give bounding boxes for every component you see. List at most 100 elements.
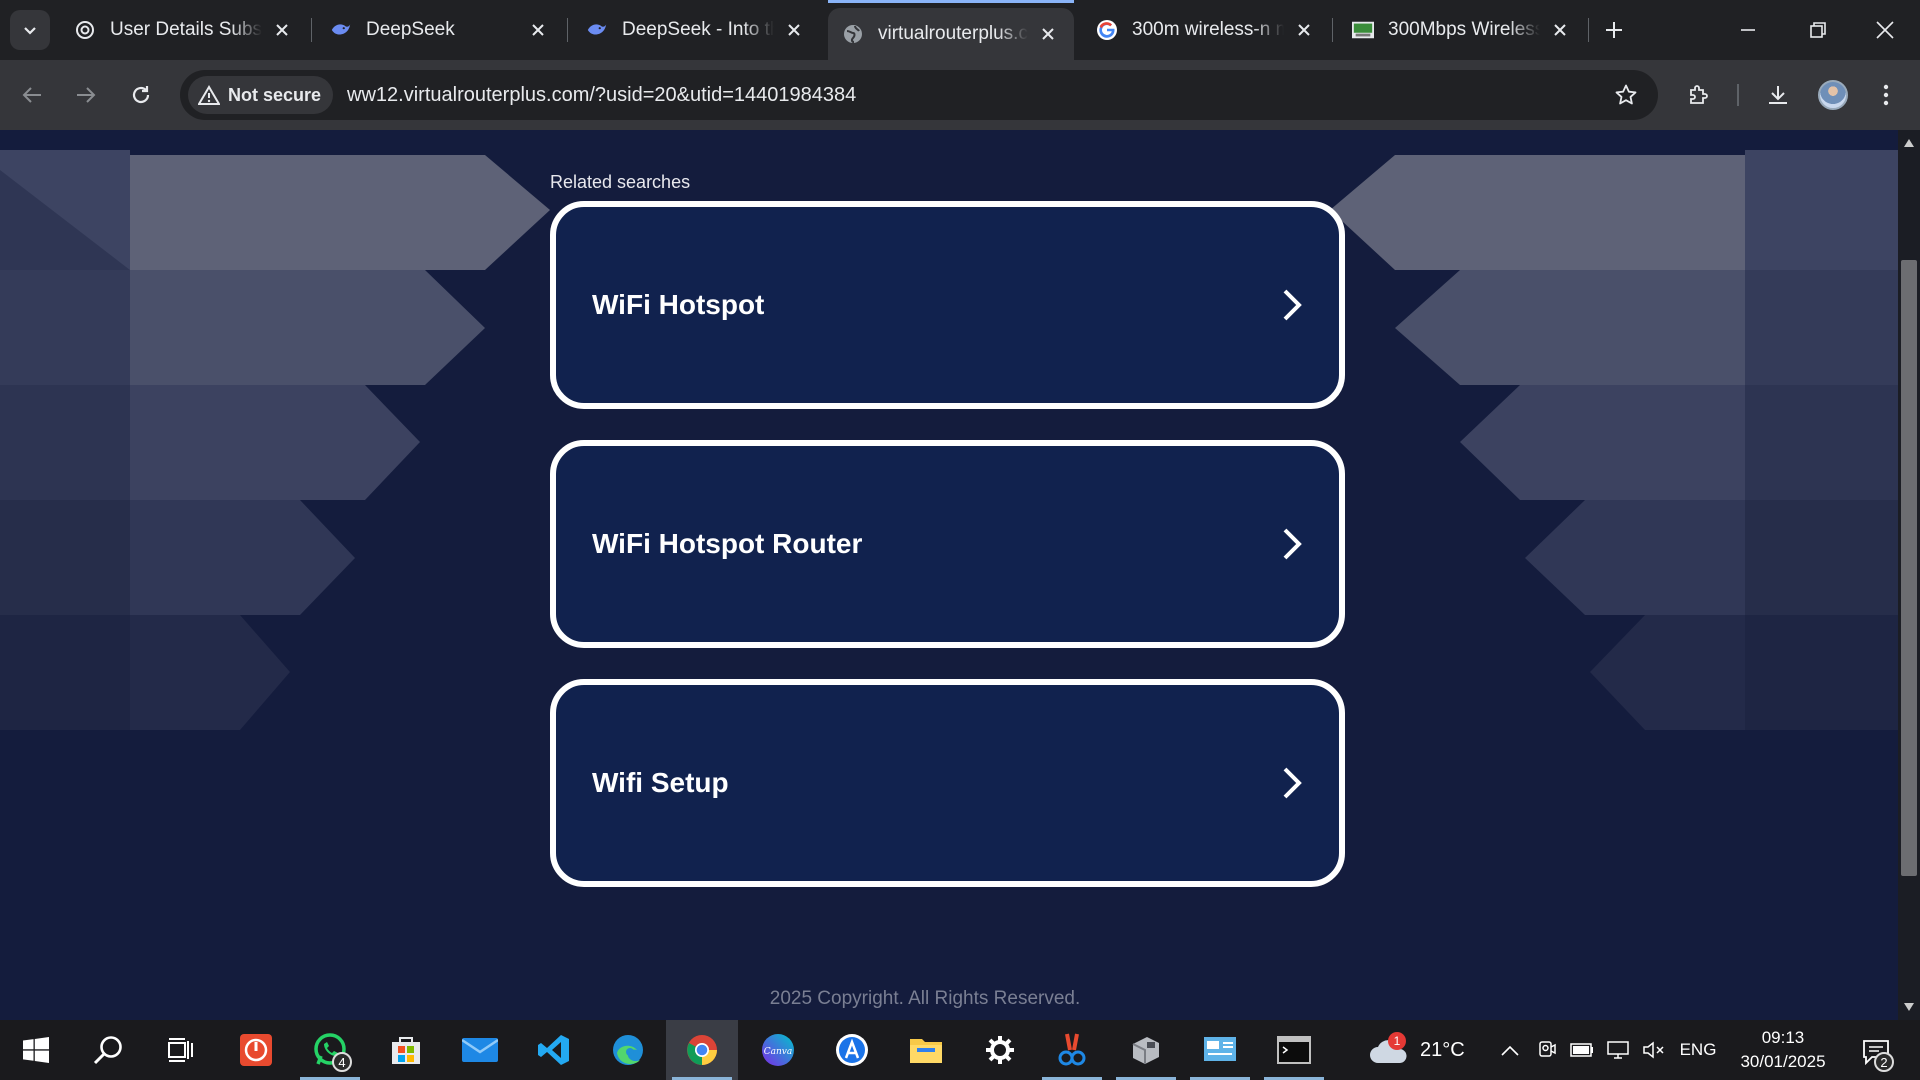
close-icon[interactable] xyxy=(526,18,550,42)
new-tab-button[interactable] xyxy=(1598,14,1630,46)
taskbar-app-store[interactable] xyxy=(370,1020,442,1080)
edge-icon xyxy=(613,1035,643,1065)
minimize-button[interactable] xyxy=(1713,0,1783,60)
svg-text:Canva: Canva xyxy=(764,1047,793,1057)
close-icon[interactable] xyxy=(1548,18,1572,42)
forward-button[interactable] xyxy=(66,75,106,115)
minimize-icon xyxy=(1741,29,1755,31)
notification-badge: 2 xyxy=(1874,1052,1894,1072)
tab-separator xyxy=(311,18,312,42)
deepseek-whale-icon xyxy=(586,19,608,41)
close-icon[interactable] xyxy=(1292,18,1316,42)
url-text[interactable]: ww12.virtualrouterplus.com/?usid=20&utid… xyxy=(347,84,856,107)
volume-muted-icon xyxy=(1643,1041,1664,1059)
restore-button[interactable] xyxy=(1783,0,1853,60)
taskbar-app-snipping[interactable] xyxy=(1036,1020,1108,1080)
result-card[interactable]: WiFi Hotspot xyxy=(550,201,1345,409)
tab-deepseek[interactable]: DeepSeek xyxy=(316,8,564,52)
taskbar-app-control-panel[interactable] xyxy=(1184,1020,1256,1080)
tab-title: virtualrouterplus.c xyxy=(878,23,1028,44)
taskbar-app-edge[interactable] xyxy=(592,1020,664,1080)
related-searches-label: Related searches xyxy=(550,172,691,192)
tab-300mbps-wireless[interactable]: 300Mbps Wireless xyxy=(1338,8,1586,52)
toolbar-divider xyxy=(1737,84,1739,106)
notification-center-button[interactable]: 2 xyxy=(1856,1032,1896,1072)
close-icon xyxy=(1876,21,1894,39)
copyright-text: 2025 Copyright. All Rights Reserved. xyxy=(769,988,1081,1009)
result-card[interactable]: Wifi Setup xyxy=(550,679,1345,887)
scroll-thumb[interactable] xyxy=(1901,260,1917,876)
reload-button[interactable] xyxy=(121,75,161,115)
more-vertical-icon xyxy=(1883,84,1889,106)
tray-battery[interactable] xyxy=(1566,1020,1598,1080)
security-label: Not secure xyxy=(228,84,322,105)
taskbar-app-canva[interactable]: Canva xyxy=(742,1020,814,1080)
google-icon xyxy=(1096,19,1118,41)
show-hidden-icons-button[interactable] xyxy=(1495,1020,1525,1080)
taskbar-app-terminal[interactable] xyxy=(1258,1020,1330,1080)
chevron-right-icon xyxy=(1277,527,1307,561)
close-icon[interactable] xyxy=(782,18,806,42)
scroll-up-arrow[interactable] xyxy=(1898,132,1920,154)
result-card[interactable]: WiFi Hotspot Router xyxy=(550,440,1345,648)
taskbar-app-vscode[interactable] xyxy=(518,1020,590,1080)
tab-300m-wireless[interactable]: 300m wireless-n m xyxy=(1082,8,1330,52)
tab-deepseek-into[interactable]: DeepSeek - Into th xyxy=(572,8,820,52)
chevron-up-icon xyxy=(1501,1045,1519,1056)
taskbar-app-assistant[interactable] xyxy=(816,1020,888,1080)
taskbar-app-settings[interactable] xyxy=(964,1020,1036,1080)
microsoft-store-icon xyxy=(392,1037,420,1064)
profile-avatar[interactable] xyxy=(1818,80,1848,110)
triangle-down-icon xyxy=(1904,1003,1914,1011)
tab-title: DeepSeek xyxy=(366,19,455,40)
arrow-right-icon xyxy=(77,87,96,103)
task-view-button[interactable] xyxy=(144,1020,216,1080)
weather-widget[interactable]: 1 21°C xyxy=(1368,1020,1465,1080)
language-indicator[interactable]: ENG xyxy=(1674,1020,1722,1080)
close-icon[interactable] xyxy=(270,18,294,42)
extensions-button[interactable] xyxy=(1679,75,1719,115)
taskbar-app-power[interactable] xyxy=(220,1020,292,1080)
clock[interactable]: 09:13 30/01/2025 xyxy=(1728,1026,1838,1074)
taskbar-app-whatsapp[interactable]: 4 xyxy=(294,1020,366,1080)
chrome-icon xyxy=(687,1035,717,1065)
windows-logo-icon xyxy=(23,1037,49,1063)
page-viewport: Related searches WiFi Hotspot WiFi Hotsp… xyxy=(0,130,1898,1020)
close-window-button[interactable] xyxy=(1850,0,1920,60)
page-scrollbar[interactable] xyxy=(1898,130,1920,1020)
downloads-button[interactable] xyxy=(1758,75,1798,115)
taskbar-app-chrome[interactable] xyxy=(666,1020,738,1080)
search-button[interactable] xyxy=(72,1020,144,1080)
network-icon xyxy=(1607,1041,1629,1059)
menu-button[interactable] xyxy=(1866,75,1906,115)
tab-user-details[interactable]: User Details Subsc xyxy=(60,8,308,52)
mail-icon xyxy=(462,1038,498,1062)
tab-title: 300Mbps Wireless xyxy=(1388,19,1540,40)
bookmark-button[interactable] xyxy=(1608,77,1644,113)
scroll-down-arrow[interactable] xyxy=(1898,996,1920,1018)
tray-network[interactable] xyxy=(1602,1020,1634,1080)
windows-taskbar: 4 Canva 1 21°C ENG 09:13 30/01/2025 2 xyxy=(0,1020,1920,1080)
reload-icon xyxy=(132,86,150,104)
star-icon xyxy=(1615,84,1637,105)
tray-meet-now[interactable] xyxy=(1532,1020,1562,1080)
restore-icon xyxy=(1810,22,1826,38)
result-label: Wifi Setup xyxy=(592,767,729,798)
result-label: WiFi Hotspot xyxy=(592,289,765,320)
close-icon[interactable] xyxy=(1036,22,1060,46)
chevron-right-icon xyxy=(1277,288,1307,322)
tab-virtualrouterplus[interactable]: virtualrouterplus.c xyxy=(828,0,1074,60)
back-button[interactable] xyxy=(12,75,52,115)
tab-strip: User Details Subsc DeepSeek DeepSeek - I… xyxy=(0,0,1920,60)
taskbar-app-file-explorer[interactable] xyxy=(890,1020,962,1080)
tab-search-button[interactable] xyxy=(10,10,50,50)
tray-volume[interactable] xyxy=(1638,1020,1670,1080)
tab-separator xyxy=(1588,18,1589,42)
taskbar-app-mail[interactable] xyxy=(444,1020,516,1080)
address-bar[interactable]: Not secure ww12.virtualrouterplus.com/?u… xyxy=(180,70,1658,120)
tab-title: User Details Subsc xyxy=(110,19,262,40)
security-chip[interactable]: Not secure xyxy=(188,76,334,114)
taskbar-app-virtualbox[interactable] xyxy=(1110,1020,1182,1080)
tab-separator xyxy=(567,18,568,42)
start-button[interactable] xyxy=(0,1020,72,1080)
